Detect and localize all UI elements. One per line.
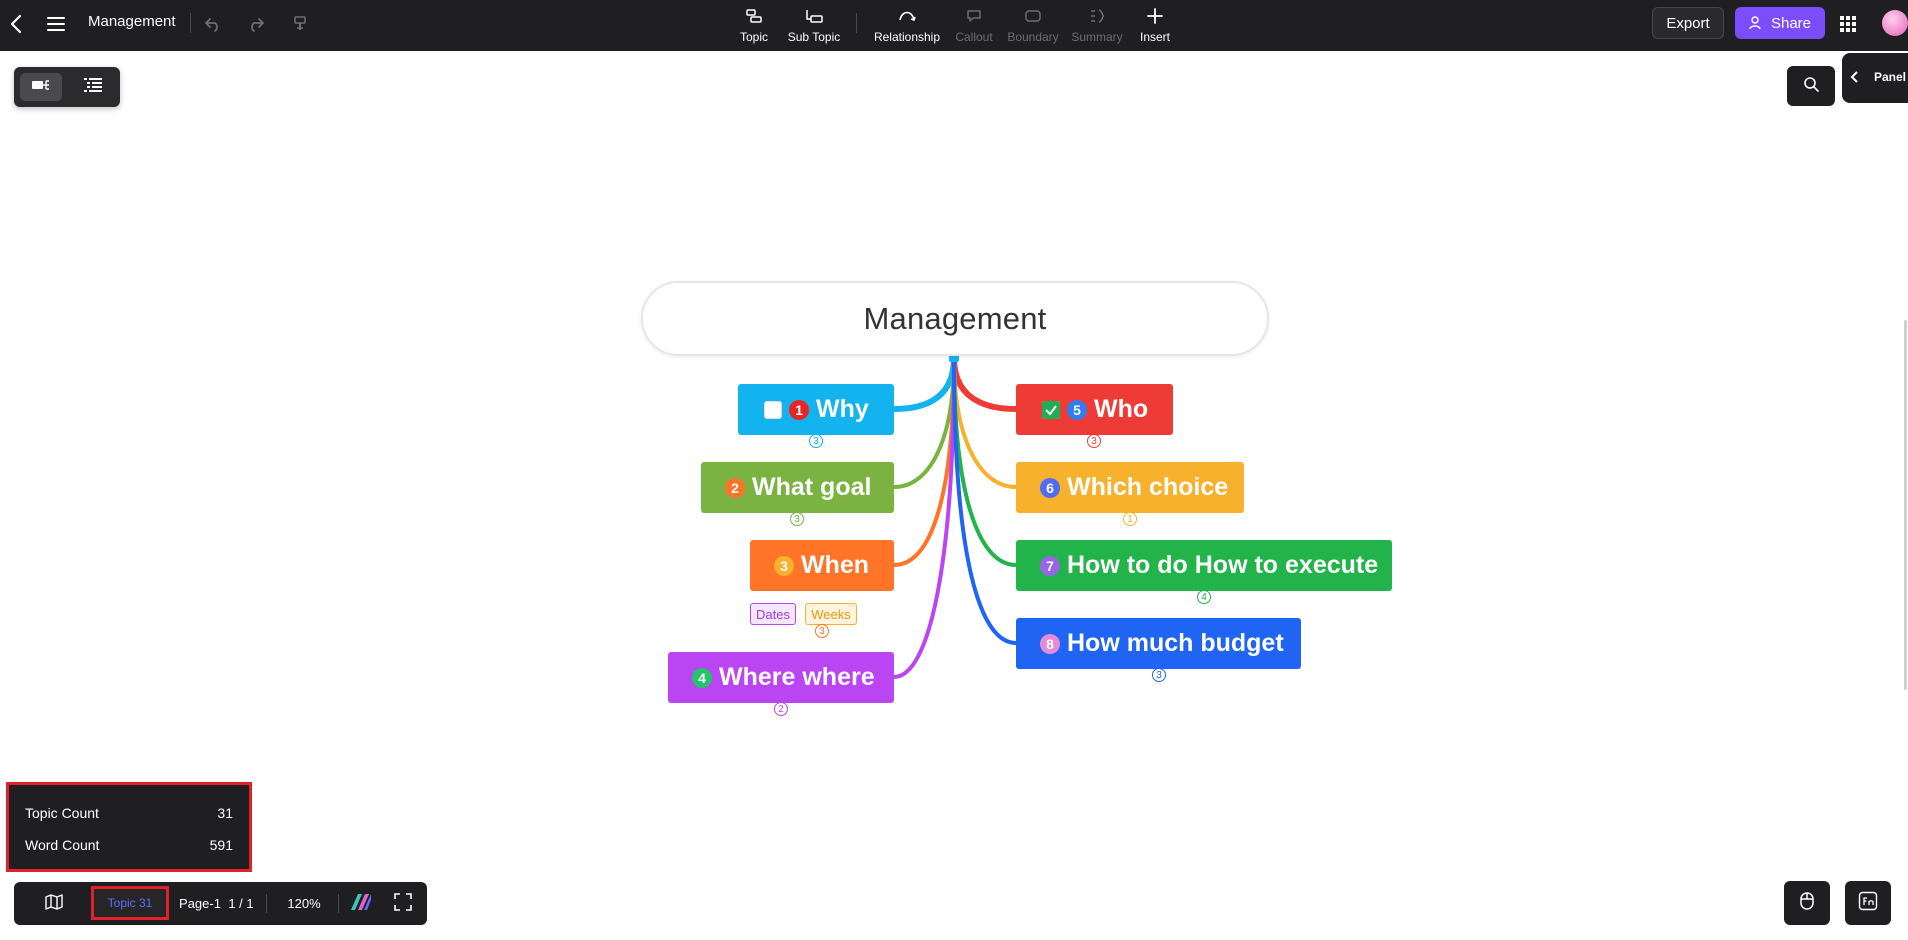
topic-count-value: 31 bbox=[217, 805, 233, 821]
priority-badge: 1 bbox=[789, 399, 809, 420]
mouse-mode-button[interactable] bbox=[1784, 881, 1830, 925]
priority-badge: 2 bbox=[725, 477, 745, 498]
topic-label: How much budget bbox=[1067, 629, 1284, 657]
mouse-icon bbox=[1799, 891, 1815, 916]
priority-badge: 3 bbox=[774, 555, 794, 576]
root-topic[interactable]: Management bbox=[641, 281, 1269, 356]
collapse-count[interactable]: 3 bbox=[1087, 434, 1101, 448]
fullscreen-button[interactable] bbox=[388, 882, 418, 925]
collapse-count[interactable]: 3 bbox=[1152, 668, 1166, 682]
topic-who[interactable]: 5 Who bbox=[1016, 384, 1173, 435]
collapse-count[interactable]: 3 bbox=[815, 624, 829, 638]
mindmap-canvas[interactable]: Management 1 Why 3 2 What goal 3 3 When … bbox=[0, 0, 1908, 940]
topic-label: When bbox=[801, 551, 870, 579]
count-statistics-popup: Topic Count 31 Word Count 591 bbox=[6, 782, 252, 872]
fullscreen-icon bbox=[394, 893, 412, 914]
word-count-value: 591 bbox=[209, 837, 233, 853]
priority-badge: 6 bbox=[1040, 477, 1060, 498]
topic-label: Why bbox=[816, 395, 869, 423]
collapse-count[interactable]: 1 bbox=[1123, 512, 1137, 526]
priority-badge: 8 bbox=[1040, 633, 1060, 654]
zoom-level[interactable]: 120% bbox=[284, 882, 324, 925]
topic-count-chip[interactable]: Topic 31 bbox=[91, 886, 169, 920]
map-navigator-button[interactable] bbox=[40, 882, 68, 925]
page-label[interactable]: Page-1 bbox=[178, 882, 222, 925]
topic-label: What goal bbox=[752, 473, 872, 501]
function-key-button[interactable] bbox=[1845, 881, 1891, 925]
topic-why[interactable]: 1 Why bbox=[738, 384, 894, 435]
word-count-row: Word Count 591 bbox=[25, 837, 233, 853]
check-icon bbox=[1042, 400, 1060, 419]
topic-which-choice[interactable]: 6 Which choice bbox=[1016, 462, 1244, 513]
priority-badge: 7 bbox=[1040, 555, 1060, 576]
topic-label: How to do How to execute bbox=[1067, 551, 1379, 579]
topic-how-much-budget[interactable]: 8 How much budget bbox=[1016, 618, 1301, 669]
divider bbox=[266, 894, 267, 913]
map-icon bbox=[45, 894, 63, 913]
topic-where-where[interactable]: 4 Where where bbox=[668, 652, 894, 703]
collapse-count[interactable]: 4 bbox=[1197, 590, 1211, 604]
topic-label: Which choice bbox=[1067, 473, 1229, 501]
root-topic-label: Management bbox=[863, 300, 1047, 336]
task-checkbox-checked[interactable] bbox=[1042, 400, 1060, 419]
collapse-count[interactable]: 2 bbox=[774, 702, 788, 716]
collapse-count[interactable]: 3 bbox=[809, 434, 823, 448]
priority-badge: 5 bbox=[1067, 399, 1087, 420]
theme-logo-icon bbox=[349, 892, 373, 915]
topic-count-row: Topic Count 31 bbox=[25, 805, 233, 821]
task-checkbox[interactable] bbox=[764, 400, 782, 419]
topic-count-label: Topic Count bbox=[25, 805, 99, 821]
topic-what-goal[interactable]: 2 What goal bbox=[701, 462, 894, 513]
topic-how-to-do[interactable]: 7 How to do How to execute bbox=[1016, 540, 1392, 591]
topic-when[interactable]: 3 When bbox=[750, 540, 894, 591]
word-count-label: Word Count bbox=[25, 837, 100, 853]
bottom-status-bar: Topic 31 Page-1 1 / 1 120% bbox=[14, 882, 427, 925]
label-tag-dates[interactable]: Dates bbox=[750, 603, 796, 625]
collapse-count[interactable]: 3 bbox=[790, 512, 804, 526]
topic-label: Who bbox=[1094, 395, 1149, 423]
page-index[interactable]: 1 / 1 bbox=[226, 882, 256, 925]
fn-key-icon bbox=[1858, 891, 1878, 916]
priority-badge: 4 bbox=[692, 667, 712, 688]
connector-lines bbox=[893, 354, 1017, 679]
theme-style-button[interactable] bbox=[346, 882, 376, 925]
divider bbox=[338, 894, 339, 913]
topic-label: Where where bbox=[719, 663, 875, 691]
label-tag-weeks[interactable]: Weeks bbox=[805, 603, 857, 625]
